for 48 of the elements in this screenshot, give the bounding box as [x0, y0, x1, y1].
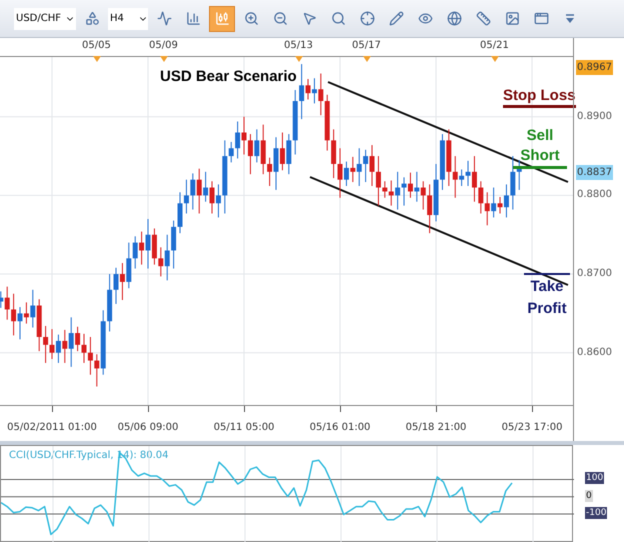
price-label: 0.8800 [576, 188, 613, 202]
price-label: 0.8600 [576, 346, 613, 360]
time-label: 05/16 01:00 [310, 421, 370, 435]
time-label: 05/18 21:00 [406, 421, 466, 435]
level-label: 100 [585, 472, 604, 484]
zoom-out-icon [272, 11, 288, 26]
date-label: 05/21 [480, 39, 509, 53]
date-label: 05/05 [82, 39, 111, 53]
chart-title: USD Bear Scenario [160, 67, 297, 87]
timeframe-dropdown[interactable]: H4 [108, 8, 148, 30]
date-label: 05/13 [284, 39, 313, 53]
candle-type-tool-button[interactable] [209, 6, 235, 32]
time-label: 05/02/2011 01:00 [7, 421, 97, 435]
level-label: -100 [585, 507, 608, 520]
zoom-range-icon [330, 11, 346, 26]
objects-icon [84, 11, 100, 26]
candle-type-icon [214, 11, 230, 26]
sell-short-label: Sell Short [513, 126, 567, 169]
time-label: 05/11 05:00 [214, 421, 274, 435]
time-label: 05/23 17:00 [502, 421, 562, 435]
date-marker-icon [491, 56, 499, 62]
level-label: 0 [585, 490, 593, 502]
more-icon [566, 14, 574, 23]
date-marker-icon [160, 56, 168, 62]
window-icon [534, 11, 548, 26]
price-marker: 0.8837 [576, 165, 613, 180]
zoom-in-icon [244, 11, 258, 26]
cursor-icon [302, 11, 316, 26]
date-marker-icon [363, 56, 371, 62]
symbol-dropdown[interactable]: USD/CHF [14, 8, 76, 30]
ruler-icon [476, 11, 490, 26]
price-label: 0.8900 [576, 110, 613, 124]
crosshair-icon [360, 11, 374, 26]
price-marker: 0.8967 [576, 60, 613, 75]
date-marker-icon [295, 56, 303, 62]
price-label: 0.8700 [576, 267, 613, 282]
stop-loss-label: Stop Loss [503, 87, 576, 108]
indicator-icon [156, 11, 172, 26]
date-marker-icon [93, 56, 101, 62]
take-profit-label: Take Profit [524, 273, 570, 320]
globe-icon [446, 11, 462, 26]
image-icon [504, 11, 520, 26]
eye-icon [418, 11, 432, 26]
edit-icon [388, 11, 404, 26]
bar-type-icon [186, 11, 200, 26]
time-label: 05/06 09:00 [118, 421, 178, 435]
date-label: 05/09 [149, 39, 178, 53]
date-label: 05/17 [352, 39, 381, 53]
